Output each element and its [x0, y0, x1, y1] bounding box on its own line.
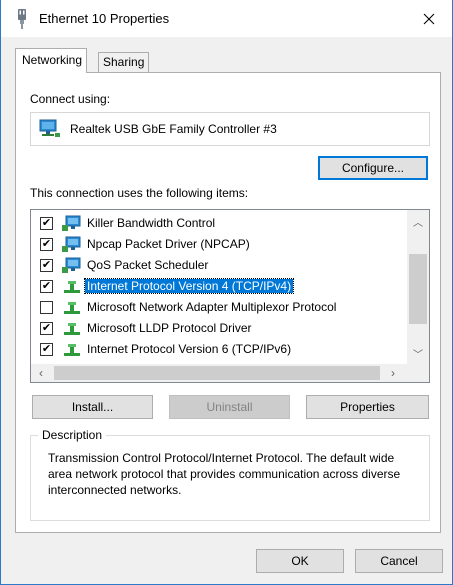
item-checkbox[interactable]: ✔ [40, 343, 53, 356]
adapter-field: Realtek USB GbE Family Controller #3 [30, 112, 430, 146]
tab-sharing[interactable]: Sharing [98, 52, 150, 73]
items-label: This connection uses the following items… [30, 186, 249, 200]
scroll-up-arrow-icon[interactable]: ︿ [413, 214, 423, 229]
service-icon [62, 257, 81, 273]
cancel-button[interactable]: Cancel [355, 549, 443, 573]
description-title: Description [38, 428, 107, 442]
list-item[interactable]: ✔ Microsoft LLDP Protocol Driver [31, 318, 407, 339]
scroll-left-arrow-icon[interactable]: ‹ [39, 366, 43, 380]
ethernet-plug-icon [18, 9, 26, 29]
ok-button[interactable]: OK [256, 549, 344, 573]
vertical-scroll-thumb[interactable] [409, 254, 427, 324]
install-button[interactable]: Install... [32, 395, 153, 419]
service-icon [62, 215, 81, 231]
properties-button[interactable]: Properties [306, 395, 429, 419]
uninstall-button[interactable]: Uninstall [169, 395, 290, 419]
item-label: Internet Protocol Version 4 (TCP/IPv4) [83, 278, 295, 294]
vertical-scrollbar[interactable]: ︿ ﹀ [407, 210, 429, 365]
items-list[interactable]: ✔ Killer Bandwidth Control ✔ Npcap Packe… [30, 209, 430, 383]
item-label: Killer Bandwidth Control [87, 216, 216, 230]
item-checkbox[interactable]: ✔ [40, 238, 53, 251]
close-button[interactable] [406, 0, 452, 37]
list-item[interactable]: ✔ Internet Protocol Version 6 (TCP/IPv6) [31, 339, 407, 360]
adapter-name: Realtek USB GbE Family Controller #3 [70, 122, 277, 136]
scroll-down-arrow-icon[interactable]: ﹀ [413, 346, 423, 361]
horizontal-scrollbar[interactable]: ‹ › [31, 364, 407, 382]
network-adapter-icon [39, 119, 60, 137]
scroll-corner [407, 363, 429, 382]
close-icon [423, 13, 435, 24]
item-checkbox[interactable]: ✔ [40, 322, 53, 335]
properties-dialog: Ethernet 10 Properties Networking Sharin… [0, 0, 453, 585]
list-item[interactable]: ✔ Killer Bandwidth Control [31, 213, 407, 234]
title-bar: Ethernet 10 Properties [1, 0, 452, 37]
scroll-right-arrow-icon[interactable]: › [391, 366, 395, 380]
item-checkbox[interactable]: ✔ [40, 280, 53, 293]
protocol-icon [64, 302, 80, 314]
item-checkbox[interactable] [40, 301, 53, 314]
protocol-icon [64, 323, 80, 335]
item-label: Microsoft Network Adapter Multiplexor Pr… [87, 300, 337, 314]
item-label: Internet Protocol Version 6 (TCP/IPv6) [87, 342, 292, 356]
connect-using-label: Connect using: [30, 92, 111, 106]
item-label: Npcap Packet Driver (NPCAP) [87, 237, 250, 251]
list-item[interactable]: ✔ Internet Protocol Version 4 (TCP/IPv4) [31, 276, 407, 297]
window-title: Ethernet 10 Properties [39, 11, 170, 26]
tab-networking[interactable]: Networking [15, 48, 88, 73]
service-icon [62, 236, 81, 252]
protocol-icon [64, 281, 80, 293]
list-item[interactable]: Microsoft Network Adapter Multiplexor Pr… [31, 297, 407, 318]
item-label: QoS Packet Scheduler [87, 258, 209, 272]
list-item[interactable]: ✔ QoS Packet Scheduler [31, 255, 407, 276]
horizontal-scroll-thumb[interactable] [54, 366, 380, 380]
protocol-icon [64, 344, 80, 356]
item-checkbox[interactable]: ✔ [40, 259, 53, 272]
item-label: Microsoft LLDP Protocol Driver [87, 321, 252, 335]
item-checkbox[interactable]: ✔ [40, 217, 53, 230]
description-text: Transmission Control Protocol/Internet P… [48, 451, 401, 497]
list-item[interactable]: ✔ Npcap Packet Driver (NPCAP) [31, 234, 407, 255]
configure-button[interactable]: Configure... [318, 156, 428, 180]
